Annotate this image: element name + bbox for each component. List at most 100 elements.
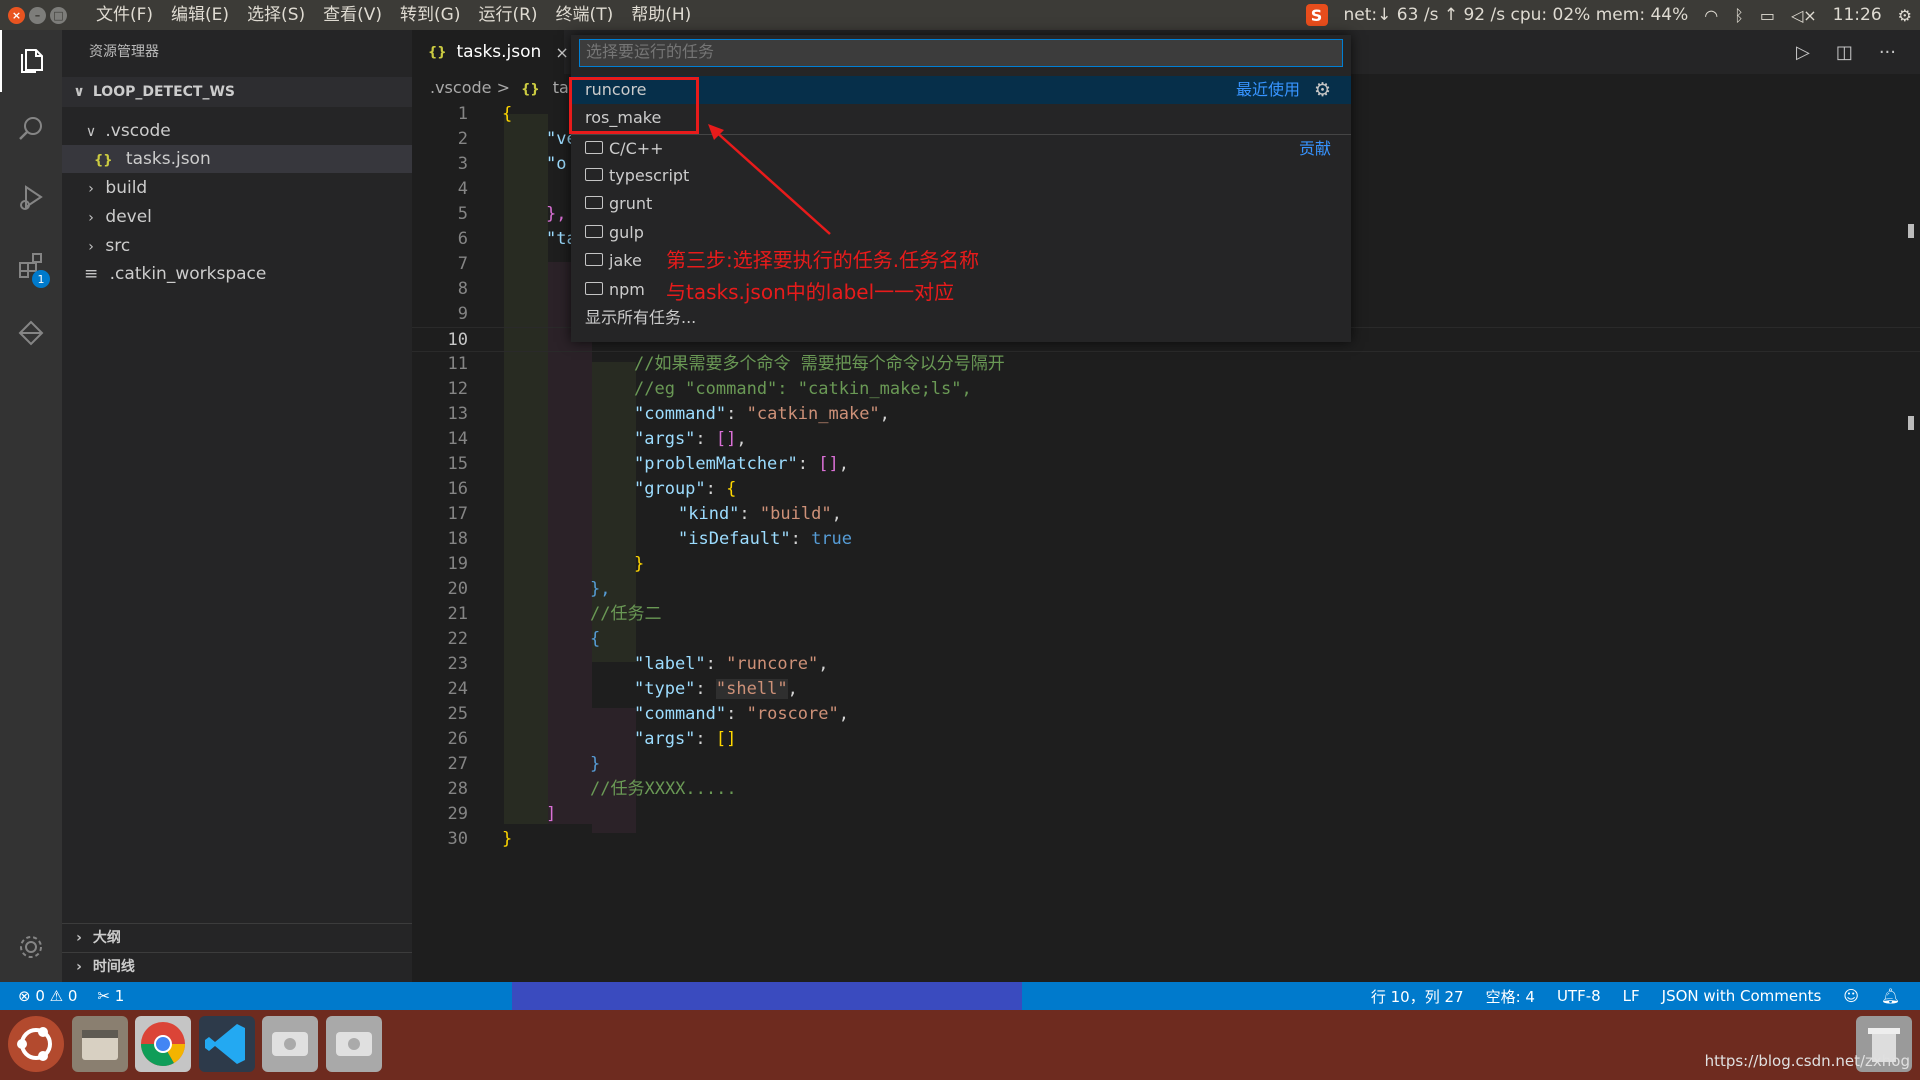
code-line: 21 //任务二 (412, 602, 1920, 627)
tree-item-label: devel (105, 207, 152, 227)
menu-help[interactable]: 帮助(H) (622, 0, 700, 30)
code-text: //如果需要多个命令 需要把每个命令以分号隔开 (634, 354, 1005, 374)
line-number: 10 (447, 330, 468, 350)
vscode-icon[interactable] (199, 1016, 255, 1072)
tab-tasks-json[interactable]: {} tasks.json × (412, 30, 569, 74)
tree-item-tasks-json[interactable]: {} tasks.json (62, 145, 412, 173)
volume-muted-icon[interactable]: ◁× (1791, 6, 1817, 25)
line-number: 24 (447, 679, 468, 699)
line-number: 12 (447, 379, 468, 399)
close-icon[interactable]: × (555, 43, 568, 62)
top-menubar: × – □ 文件(F) 编辑(E) 选择(S) 查看(V) 转到(G) 运行(R… (0, 0, 1920, 30)
tree-item-src[interactable]: › src (62, 232, 412, 260)
timeline-label: 时间线 (92, 959, 135, 975)
code-line: 25 "command": "roscore", (412, 702, 1920, 727)
code-line: 16 "group": { (412, 477, 1920, 502)
json-key: "args" (634, 729, 696, 749)
minimize-window-icon[interactable]: – (29, 6, 46, 24)
ros-icon[interactable] (0, 302, 62, 364)
code-line: 12 //eg "command": "catkin_make;ls", (412, 377, 1920, 402)
folder-icon (585, 168, 603, 181)
chevron-right-icon: › (88, 210, 94, 226)
group-label: npm (609, 280, 645, 299)
task-search-input[interactable] (579, 39, 1343, 67)
maximize-window-icon[interactable]: □ (50, 6, 67, 24)
json-key: "label" (634, 654, 706, 674)
language-mode[interactable]: JSON with Comments (1662, 987, 1822, 1005)
breadcrumb: .vscode > {} task (430, 76, 586, 100)
disk-drive-icon[interactable] (326, 1016, 382, 1072)
json-key: "command" (634, 704, 727, 724)
timeline-section[interactable]: › 时间线 (62, 952, 412, 980)
tree-item-vscode[interactable]: ∨ .vscode (62, 117, 412, 145)
task-group-cpp[interactable]: C/C++ 贡献 (571, 134, 1351, 162)
explorer-icon[interactable] (0, 30, 62, 92)
disk-drive-icon[interactable] (262, 1016, 318, 1072)
line-number: 16 (447, 479, 468, 499)
ubuntu-launcher-icon[interactable] (8, 1016, 64, 1072)
close-window-icon[interactable]: × (8, 6, 25, 24)
indentation[interactable]: 空格: 4 (1486, 986, 1535, 1007)
power-gear-icon[interactable]: ⚙ (1898, 6, 1912, 25)
menu-selection[interactable]: 选择(S) (238, 0, 314, 30)
editor-actions: ▷ ◫ ··· (1796, 30, 1896, 74)
breadcrumb-folder[interactable]: .vscode (430, 78, 491, 97)
chrome-browser-icon[interactable] (135, 1016, 191, 1072)
line-number: 26 (447, 729, 468, 749)
cursor-position[interactable]: 行 10，列 27 (1371, 986, 1464, 1007)
battery-icon[interactable]: ▭ (1760, 6, 1775, 25)
annotation-text: 第三步:选择要执行的任务.任务名称 (666, 248, 980, 272)
clock[interactable]: 11:26 (1833, 5, 1882, 25)
feedback-icon[interactable]: ☺ (1843, 987, 1859, 1005)
code-line: 20}, (412, 577, 1920, 602)
run-icon[interactable]: ▷ (1796, 42, 1810, 63)
json-key: "group" (634, 479, 706, 499)
tree-item-devel[interactable]: › devel (62, 203, 412, 231)
code-line: 15 "problemMatcher": [], (412, 452, 1920, 477)
workspace-header[interactable]: ∨ LOOP_DETECT_WS (62, 77, 412, 107)
notifications-bell-icon[interactable]: 🔔︎ (1881, 987, 1900, 1005)
wifi-icon[interactable]: ◠ (1704, 6, 1718, 25)
menu-view[interactable]: 查看(V) (314, 0, 391, 30)
end-of-line[interactable]: LF (1623, 987, 1640, 1005)
configure-gear-icon[interactable]: ⚙ (1314, 76, 1331, 104)
line-number: 25 (447, 704, 468, 724)
code-line: 11 //如果需要多个命令 需要把每个命令以分号隔开 (412, 352, 1920, 377)
contribute-label: 贡献 (1298, 139, 1331, 158)
task-group-gulp[interactable]: gulp (571, 219, 1351, 247)
tree-item-catkin-workspace[interactable]: ≡ .catkin_workspace (62, 260, 412, 288)
code-line: 26 "args": [] (412, 727, 1920, 752)
screen: × – □ 文件(F) 编辑(E) 选择(S) 查看(V) 转到(G) 运行(R… (0, 0, 1920, 1080)
group-label: typescript (609, 166, 690, 185)
ports-indicator[interactable]: ✂ 1 (97, 987, 124, 1005)
extensions-icon[interactable]: 1 (0, 234, 62, 296)
group-label: gulp (609, 223, 644, 242)
sogou-ime-icon[interactable]: S (1305, 4, 1328, 26)
task-group-typescript[interactable]: typescript (571, 162, 1351, 190)
line-number: 3 (457, 154, 468, 174)
run-debug-icon[interactable] (0, 166, 62, 228)
menu-terminal[interactable]: 终端(T) (547, 0, 623, 30)
json-value: true (811, 529, 853, 549)
task-group-grunt[interactable]: grunt (571, 190, 1351, 218)
show-all-tasks[interactable]: 显示所有任务... (571, 304, 1351, 332)
menu-file[interactable]: 文件(F) (87, 0, 162, 30)
more-actions-icon[interactable]: ··· (1879, 42, 1896, 63)
menu-edit[interactable]: 编辑(E) (162, 0, 238, 30)
files-manager-icon[interactable] (72, 1016, 128, 1072)
settings-gear-icon[interactable] (0, 916, 62, 978)
bluetooth-icon[interactable]: ᛒ (1734, 6, 1744, 25)
menu-go[interactable]: 转到(G) (391, 0, 469, 30)
menu-run[interactable]: 运行(R) (469, 0, 546, 30)
encoding[interactable]: UTF-8 (1557, 987, 1601, 1005)
tree-item-label: build (105, 178, 148, 198)
split-editor-icon[interactable]: ◫ (1836, 42, 1853, 63)
outline-section[interactable]: › 大纲 (62, 923, 412, 951)
line-number: 22 (447, 629, 468, 649)
tree-item-build[interactable]: › build (62, 174, 412, 202)
chevron-right-icon: › (88, 239, 94, 255)
code-line: 17 "kind": "build", (412, 502, 1920, 527)
folder-icon (585, 225, 603, 238)
problems-indicator[interactable]: ⊗ 0 ⚠ 0 (18, 987, 77, 1005)
search-icon[interactable] (0, 98, 62, 160)
